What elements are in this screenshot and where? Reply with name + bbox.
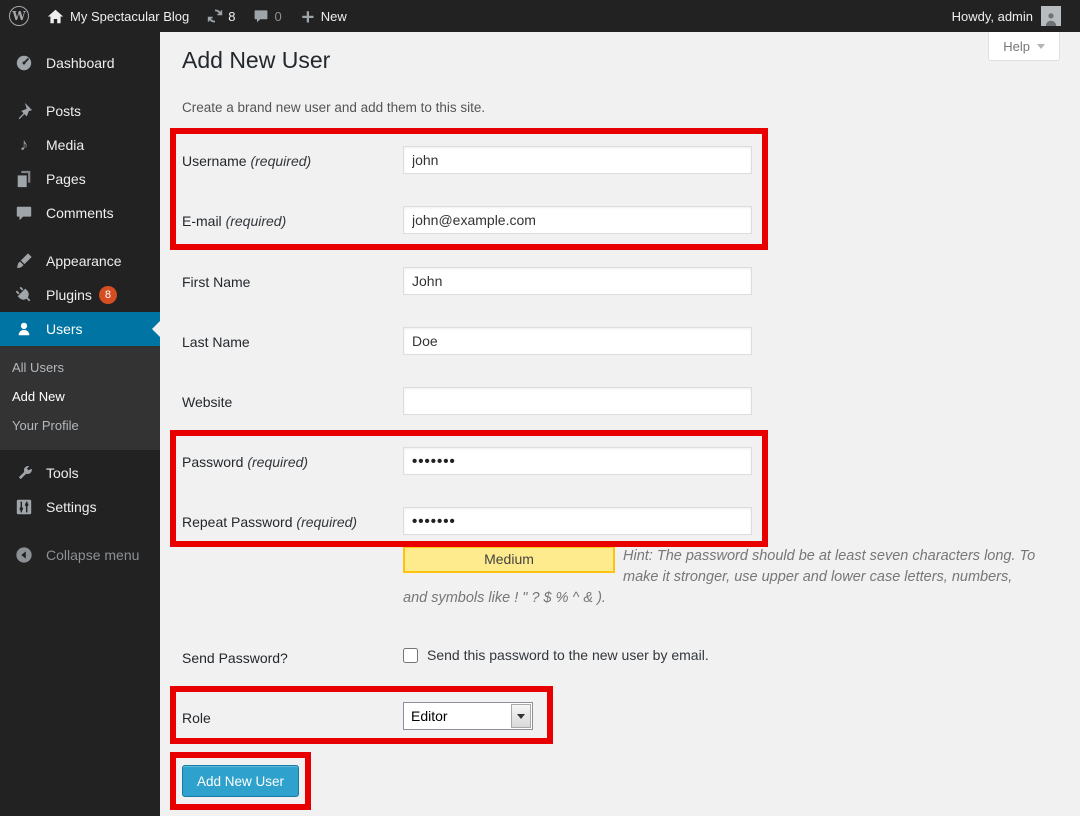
required-note: (required) — [247, 454, 308, 470]
users-submenu: All Users Add New Your Profile — [0, 346, 160, 450]
help-button[interactable]: Help — [988, 32, 1060, 61]
comments-button[interactable]: 0 — [244, 0, 290, 32]
sidebar-item-media[interactable]: ♪ Media — [0, 128, 160, 162]
settings-icon — [14, 497, 34, 517]
sidebar-item-label: Collapse menu — [46, 547, 139, 563]
appearance-icon — [14, 251, 34, 271]
sidebar-item-label: Users — [46, 321, 83, 337]
admin-sidebar: Dashboard Posts ♪ Media Pages Comments A… — [0, 32, 160, 816]
collapse-menu-button[interactable]: Collapse menu — [0, 538, 160, 572]
plus-icon — [300, 9, 315, 24]
sidebar-item-add-new[interactable]: Add New — [0, 382, 160, 411]
sidebar-item-plugins[interactable]: Plugins 8 — [0, 278, 160, 312]
main-content: Help Add New User Create a brand new use… — [160, 32, 1080, 816]
website-input[interactable] — [403, 387, 752, 415]
current-menu-arrow — [152, 321, 160, 337]
required-note: (required) — [226, 213, 287, 229]
password-strength-meter: Medium — [403, 546, 615, 573]
help-label: Help — [1003, 39, 1030, 54]
username-label: Username (required) — [182, 153, 311, 169]
chevron-down-icon — [517, 714, 525, 719]
sidebar-item-users[interactable]: Users — [0, 312, 160, 346]
site-name-button[interactable]: My Spectacular Blog — [38, 0, 198, 32]
email-input[interactable] — [403, 206, 752, 234]
comments-icon — [14, 203, 34, 223]
sidebar-item-label: Tools — [46, 465, 79, 481]
media-icon: ♪ — [14, 135, 34, 155]
page-description: Create a brand new user and add them to … — [182, 100, 485, 115]
required-note: (required) — [296, 514, 357, 530]
sidebar-item-appearance[interactable]: Appearance — [0, 244, 160, 278]
send-password-label: Send Password? — [182, 650, 288, 666]
repeat-password-input[interactable] — [403, 507, 752, 535]
plugin-update-badge: 8 — [99, 286, 117, 304]
first-name-label: First Name — [182, 274, 250, 290]
send-password-checkbox[interactable] — [403, 648, 418, 663]
collapse-icon — [14, 545, 34, 565]
site-name: My Spectacular Blog — [70, 9, 189, 24]
comment-count: 0 — [274, 9, 281, 24]
updates-icon — [207, 8, 223, 24]
send-password-checkbox-label: Send this password to the new user by em… — [427, 647, 709, 663]
password-hint-area: Medium Hint: The password should be at l… — [403, 546, 1037, 609]
last-name-label: Last Name — [182, 334, 250, 350]
sidebar-item-your-profile[interactable]: Your Profile — [0, 411, 160, 440]
role-label: Role — [182, 710, 211, 726]
password-input[interactable] — [403, 447, 752, 475]
strength-label: Medium — [484, 549, 534, 570]
avatar — [1041, 6, 1061, 26]
chevron-down-icon — [1037, 44, 1045, 49]
username-input[interactable] — [403, 146, 752, 174]
sidebar-item-comments[interactable]: Comments — [0, 196, 160, 230]
pin-icon — [14, 101, 34, 121]
sidebar-item-label: Posts — [46, 103, 81, 119]
sidebar-item-label: Pages — [46, 171, 86, 187]
select-dropdown-button[interactable] — [511, 704, 531, 728]
website-label: Website — [182, 394, 232, 410]
sidebar-item-posts[interactable]: Posts — [0, 94, 160, 128]
dashboard-icon — [14, 53, 34, 73]
last-name-input[interactable] — [403, 327, 752, 355]
first-name-input[interactable] — [403, 267, 752, 295]
sidebar-item-tools[interactable]: Tools — [0, 456, 160, 490]
sidebar-item-label: Appearance — [46, 253, 122, 269]
comment-bubble-icon — [253, 8, 269, 24]
new-content-button[interactable]: New — [291, 0, 356, 32]
sidebar-item-label: Settings — [46, 499, 97, 515]
sidebar-item-settings[interactable]: Settings — [0, 490, 160, 524]
admin-bar: W My Spectacular Blog 8 0 New Howdy, adm… — [0, 0, 1080, 32]
sidebar-item-label: Plugins — [46, 287, 92, 303]
password-label: Password (required) — [182, 454, 308, 470]
plugins-icon — [14, 285, 34, 305]
role-selected-value: Editor — [404, 703, 510, 729]
page-title: Add New User — [182, 46, 330, 75]
email-label: E-mail (required) — [182, 213, 286, 229]
new-label: New — [321, 9, 347, 24]
wordpress-logo-icon: W — [9, 6, 29, 26]
updates-button[interactable]: 8 — [198, 0, 244, 32]
home-icon — [47, 8, 64, 25]
required-note: (required) — [250, 153, 311, 169]
sidebar-item-all-users[interactable]: All Users — [0, 353, 160, 382]
wordpress-logo-button[interactable]: W — [0, 0, 38, 32]
role-select[interactable]: Editor — [403, 702, 533, 730]
my-account-button[interactable]: Howdy, admin — [943, 0, 1070, 32]
person-icon — [1043, 10, 1059, 26]
sidebar-item-label: Media — [46, 137, 84, 153]
repeat-password-label: Repeat Password (required) — [182, 514, 357, 530]
sidebar-item-label: Dashboard — [46, 55, 115, 71]
sidebar-item-label: Comments — [46, 205, 114, 221]
sidebar-item-pages[interactable]: Pages — [0, 162, 160, 196]
sidebar-item-dashboard[interactable]: Dashboard — [0, 46, 160, 80]
users-icon — [14, 319, 34, 339]
howdy-text: Howdy, admin — [952, 9, 1033, 24]
pages-icon — [14, 169, 34, 189]
update-count: 8 — [228, 9, 235, 24]
add-new-user-button[interactable]: Add New User — [182, 765, 299, 797]
tools-icon — [14, 463, 34, 483]
